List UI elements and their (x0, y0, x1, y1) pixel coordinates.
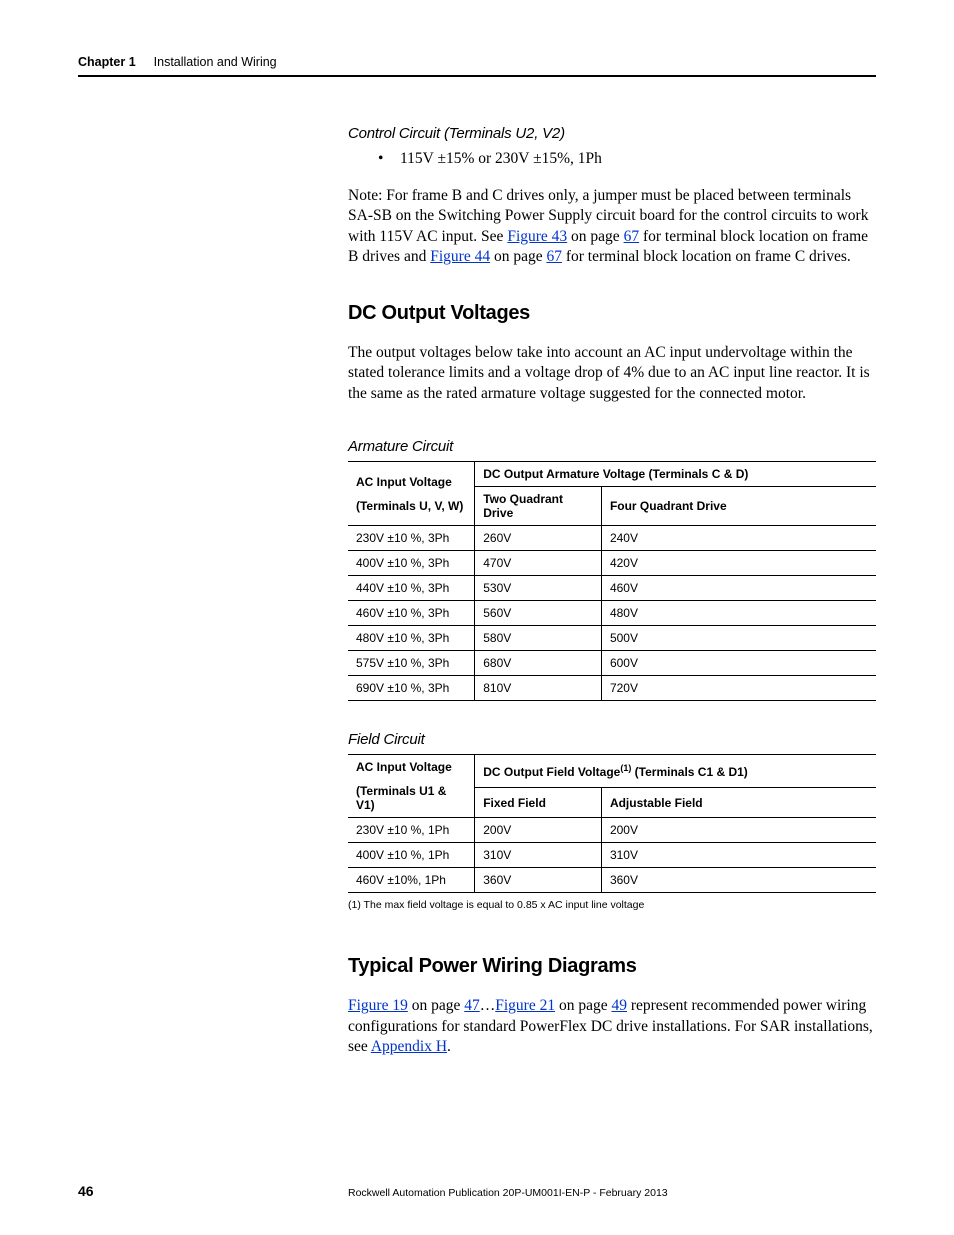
table-row: 690V ±10 %, 3Ph810V720V (348, 676, 876, 701)
page-number: 46 (78, 1183, 348, 1199)
dc-output-paragraph: The output voltages below take into acco… (348, 343, 876, 404)
bullet-text: 115V ±15% or 230V ±15%, 1Ph (400, 150, 602, 168)
cell: 360V (601, 868, 876, 893)
cell: 460V (601, 576, 876, 601)
armature-heading: Armature Circuit (348, 438, 876, 455)
page-49-link[interactable]: 49 (611, 997, 627, 1014)
cell: 400V ±10 %, 1Ph (348, 843, 475, 868)
figure-43-link[interactable]: Figure 43 (507, 228, 567, 245)
cell: 440V ±10 %, 3Ph (348, 576, 475, 601)
note-paragraph: Note: For frame B and C drives only, a j… (348, 186, 876, 268)
dc-output-heading: DC Output Voltages (348, 302, 876, 325)
figure-19-link[interactable]: Figure 19 (348, 997, 408, 1014)
cell: 600V (601, 651, 876, 676)
cell: 240V (601, 526, 876, 551)
cell: 200V (475, 818, 602, 843)
armature-h1: AC Input Voltage (Terminals U, V, W) (348, 462, 475, 526)
table-row: 400V ±10 %, 3Ph470V420V (348, 551, 876, 576)
cell: 560V (475, 601, 602, 626)
cell: 310V (601, 843, 876, 868)
typical-heading: Typical Power Wiring Diagrams (348, 955, 876, 978)
field-heading: Field Circuit (348, 731, 876, 748)
cell: 500V (601, 626, 876, 651)
page-footer: 46 Rockwell Automation Publication 20P-U… (78, 1183, 876, 1199)
cell: 580V (475, 626, 602, 651)
appendix-h-link[interactable]: Appendix H (371, 1038, 447, 1055)
field-table: AC Input Voltage (Terminals U1 & V1) DC … (348, 754, 876, 893)
cell: 230V ±10 %, 1Ph (348, 818, 475, 843)
cell: 310V (475, 843, 602, 868)
cell: 460V ±10%, 1Ph (348, 868, 475, 893)
page-67-link-2[interactable]: 67 (546, 248, 562, 265)
typical-paragraph: Figure 19 on page 47…Figure 21 on page 4… (348, 996, 876, 1057)
table-row: 230V ±10 %, 3Ph260V240V (348, 526, 876, 551)
table-row: 460V ±10%, 1Ph360V360V (348, 868, 876, 893)
page-47-link[interactable]: 47 (464, 997, 480, 1014)
field-h2b: Adjustable Field (601, 787, 876, 817)
page-67-link-1[interactable]: 67 (624, 228, 640, 245)
armature-h2a: Two Quadrant Drive (475, 487, 602, 526)
cell: 470V (475, 551, 602, 576)
field-h2: DC Output Field Voltage(1) (Terminals C1… (475, 755, 876, 788)
table-row: 460V ±10 %, 3Ph560V480V (348, 601, 876, 626)
chapter-label: Chapter 1 (78, 55, 136, 69)
cell: 200V (601, 818, 876, 843)
cell: 680V (475, 651, 602, 676)
running-header: Chapter 1 Installation and Wiring (78, 55, 876, 75)
cell: 720V (601, 676, 876, 701)
table-row: 575V ±10 %, 3Ph680V600V (348, 651, 876, 676)
field-h1: AC Input Voltage (Terminals U1 & V1) (348, 755, 475, 818)
armature-h2b: Four Quadrant Drive (601, 487, 876, 526)
table-row: 400V ±10 %, 1Ph310V310V (348, 843, 876, 868)
field-footnote: (1) The max field voltage is equal to 0.… (348, 899, 876, 911)
cell: 400V ±10 %, 3Ph (348, 551, 475, 576)
publication-info: Rockwell Automation Publication 20P-UM00… (348, 1187, 668, 1199)
chapter-title: Installation and Wiring (154, 55, 277, 69)
cell: 480V (601, 601, 876, 626)
header-rule (78, 75, 876, 77)
cell: 230V ±10 %, 3Ph (348, 526, 475, 551)
table-row: 440V ±10 %, 3Ph530V460V (348, 576, 876, 601)
cell: 260V (475, 526, 602, 551)
bullet-dot: • (378, 150, 400, 168)
cell: 575V ±10 %, 3Ph (348, 651, 475, 676)
cell: 690V ±10 %, 3Ph (348, 676, 475, 701)
cell: 810V (475, 676, 602, 701)
figure-44-link[interactable]: Figure 44 (430, 248, 490, 265)
field-h2a: Fixed Field (475, 787, 602, 817)
armature-h2: DC Output Armature Voltage (Terminals C … (475, 462, 876, 487)
cell: 420V (601, 551, 876, 576)
figure-21-link[interactable]: Figure 21 (495, 997, 555, 1014)
cell: 460V ±10 %, 3Ph (348, 601, 475, 626)
control-circuit-heading: Control Circuit (Terminals U2, V2) (348, 125, 876, 142)
table-row: 480V ±10 %, 3Ph580V500V (348, 626, 876, 651)
cell: 360V (475, 868, 602, 893)
bullet-item: • 115V ±15% or 230V ±15%, 1Ph (378, 150, 876, 168)
table-row: 230V ±10 %, 1Ph200V200V (348, 818, 876, 843)
cell: 530V (475, 576, 602, 601)
armature-table: AC Input Voltage (Terminals U, V, W) DC … (348, 461, 876, 701)
cell: 480V ±10 %, 3Ph (348, 626, 475, 651)
